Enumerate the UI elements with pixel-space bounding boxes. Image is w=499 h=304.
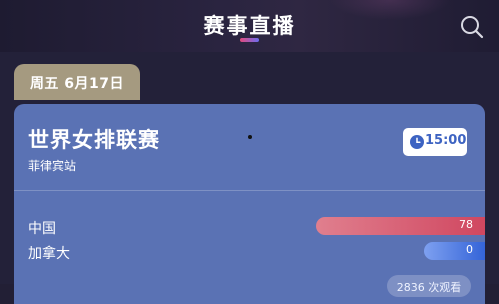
match-card[interactable]: 世界女排联赛 菲律宾站 15:00 中国 加拿大 78 0 2836 次观看	[14, 104, 485, 304]
top-bar: 赛事直播	[0, 0, 499, 52]
league-name: 世界女排联赛	[28, 128, 160, 152]
team-name-canada: 加拿大	[28, 246, 70, 262]
page-title: 赛事直播	[203, 14, 296, 38]
watch-count-badge: 2836 次观看	[387, 275, 471, 297]
station-name: 菲律宾站	[28, 159, 77, 173]
date-label: 周五 6月17日	[29, 76, 125, 92]
score-bar-china: 78	[316, 217, 485, 235]
divider	[14, 190, 485, 191]
date-tab[interactable]: 周五 6月17日	[14, 64, 140, 100]
score-value-canada: 0	[466, 243, 473, 256]
clock-icon	[410, 135, 424, 149]
search-icon[interactable]	[459, 14, 485, 40]
score-bar-canada: 0	[424, 242, 485, 260]
start-time: 15:00	[425, 133, 467, 148]
dot-mark	[248, 135, 252, 139]
team-name-china: 中国	[28, 221, 56, 237]
watch-count: 2836 次观看	[396, 281, 462, 294]
title-underline-indicator	[240, 38, 259, 42]
start-time-badge: 15:00	[403, 128, 467, 156]
score-value-china: 78	[459, 218, 473, 231]
